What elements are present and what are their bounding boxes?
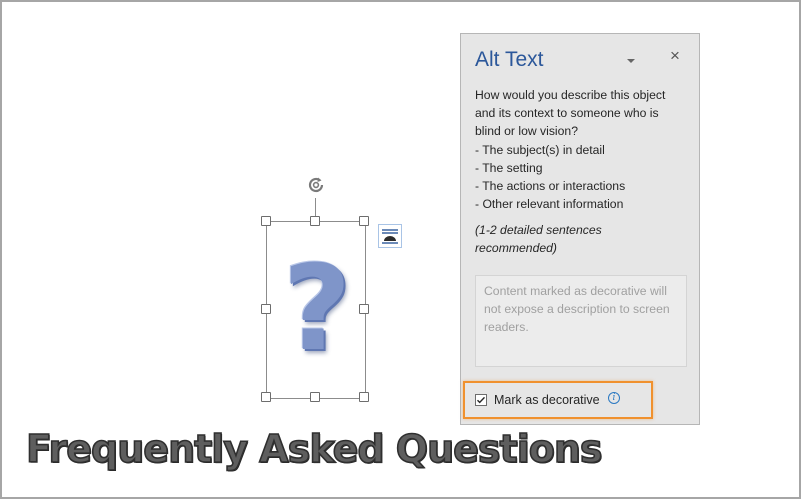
description-bullet: - The setting	[475, 160, 543, 175]
sentence-hint: (1-2 detailed sentences recommended)	[475, 221, 685, 257]
info-icon[interactable]: i	[608, 392, 620, 404]
textarea-placeholder: Content marked as decorative will not ex…	[484, 284, 670, 334]
alt-text-pane: Alt Text × How would you describe this o…	[460, 33, 700, 425]
pane-description: How would you describe this object and i…	[475, 86, 695, 213]
layout-options-icon[interactable]	[378, 224, 402, 248]
description-bullet: - Other relevant information	[475, 197, 624, 212]
document-canvas: ? Alt Text × How would you describe this…	[0, 0, 801, 499]
description-bullet: - The actions or interactions	[475, 179, 626, 194]
close-icon[interactable]: ×	[667, 47, 683, 64]
alt-text-textarea[interactable]: Content marked as decorative will not ex…	[475, 275, 687, 367]
resize-handle-top-right[interactable]	[359, 216, 369, 226]
hint-line: recommended)	[475, 241, 557, 256]
description-line: How would you describe this object	[475, 88, 666, 102]
chevron-down-icon[interactable]	[625, 54, 637, 66]
pane-title: Alt Text	[475, 48, 544, 71]
description-line: blind or low vision?	[475, 124, 578, 139]
resize-handle-bottom-left[interactable]	[261, 392, 271, 402]
mark-decorative-label[interactable]: Mark as decorative	[494, 393, 600, 407]
description-bullet: - The subject(s) in detail	[475, 142, 605, 157]
description-line: and its context to someone who is	[475, 106, 659, 121]
rotate-handle-icon[interactable]	[305, 174, 327, 196]
resize-handle-bottom-right[interactable]	[359, 392, 369, 402]
document-heading: Frequently Asked Questions	[25, 426, 603, 472]
hint-line: (1-2 detailed sentences	[475, 223, 602, 237]
resize-handle-top-left[interactable]	[261, 216, 271, 226]
mark-decorative-checkbox[interactable]	[475, 394, 487, 406]
question-mark-image[interactable]: ?	[282, 248, 352, 368]
resize-handle-bottom[interactable]	[310, 392, 320, 402]
resize-handle-top[interactable]	[310, 216, 320, 226]
resize-handle-left[interactable]	[261, 304, 271, 314]
resize-handle-right[interactable]	[359, 304, 369, 314]
